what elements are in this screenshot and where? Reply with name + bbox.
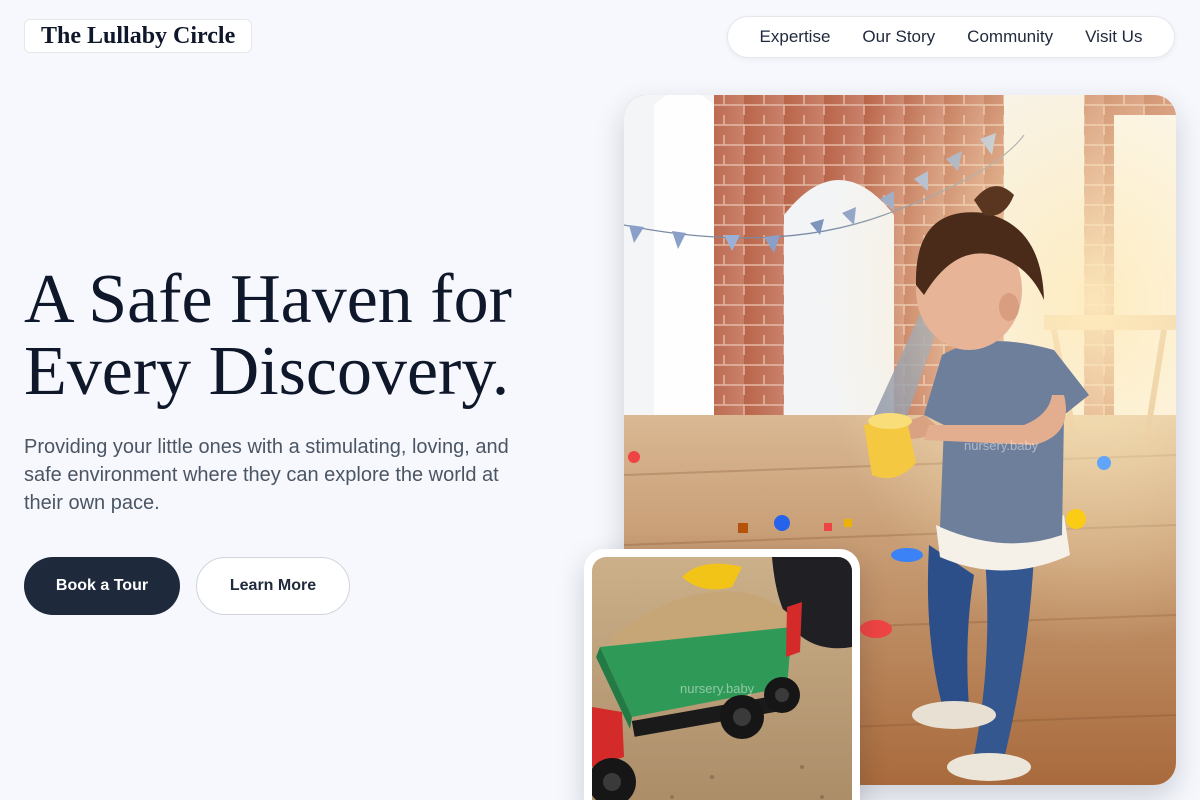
hero-title: A Safe Haven for Every Discovery. [24,264,584,408]
hero-subtitle: Providing your little ones with a stimul… [24,436,509,514]
secondary-photo-card: nursery.baby [584,549,860,800]
hero-title-line-2: Every Discovery. [24,333,510,410]
nav-item-expertise[interactable]: Expertise [760,27,831,47]
book-tour-button[interactable]: Book a Tour [24,557,180,615]
nav-item-community[interactable]: Community [967,27,1053,47]
nav-item-visit-us[interactable]: Visit Us [1085,27,1142,47]
main-photo-watermark: nursery.baby [964,438,1039,453]
learn-more-button[interactable]: Learn More [196,557,350,615]
main-nav: Expertise Our Story Community Visit Us [727,16,1175,58]
site-logo[interactable]: The Lullaby Circle [24,19,253,53]
sub-photo-watermark: nursery.baby [680,681,755,696]
sandbox-truck-photo: nursery.baby [592,557,852,800]
hero-title-line-1: A Safe Haven for [24,261,512,338]
landing-page: The Lullaby Circle Expertise Our Story C… [0,0,1200,800]
nav-item-our-story[interactable]: Our Story [862,27,935,47]
